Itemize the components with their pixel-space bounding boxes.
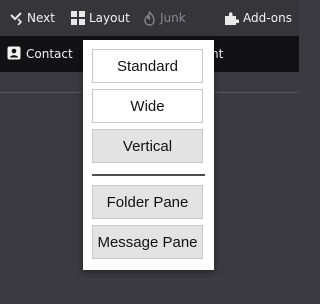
next-arrow-icon xyxy=(9,11,23,25)
junk-button[interactable]: Junk xyxy=(143,0,186,36)
main-toolbar: Next Layout Junk Add-ons xyxy=(0,0,299,36)
menu-item-vertical[interactable]: Vertical xyxy=(92,129,203,163)
menu-separator xyxy=(92,174,205,176)
junk-label: Junk xyxy=(160,11,186,25)
menu-item-standard[interactable]: Standard xyxy=(92,49,203,83)
next-label: Next xyxy=(27,11,55,25)
next-button[interactable]: Next xyxy=(9,0,55,36)
junk-flame-icon xyxy=(143,10,156,26)
layout-button[interactable]: Layout xyxy=(71,0,130,36)
menu-item-message-pane[interactable]: Message Pane xyxy=(92,225,203,259)
puzzle-piece-icon xyxy=(224,11,239,26)
layout-grid-icon xyxy=(71,11,85,25)
contact-card-icon xyxy=(7,46,21,63)
layout-label: Layout xyxy=(89,11,130,25)
menu-item-folder-pane[interactable]: Folder Pane xyxy=(92,185,203,219)
contact-button[interactable]: Contact xyxy=(7,36,73,72)
addons-label: Add-ons xyxy=(243,11,292,25)
addons-button[interactable]: Add-ons xyxy=(224,0,292,36)
layout-menu: Standard Wide Vertical Folder Pane Messa… xyxy=(83,40,214,270)
contact-label: Contact xyxy=(26,47,73,61)
menu-item-wide[interactable]: Wide xyxy=(92,89,203,123)
